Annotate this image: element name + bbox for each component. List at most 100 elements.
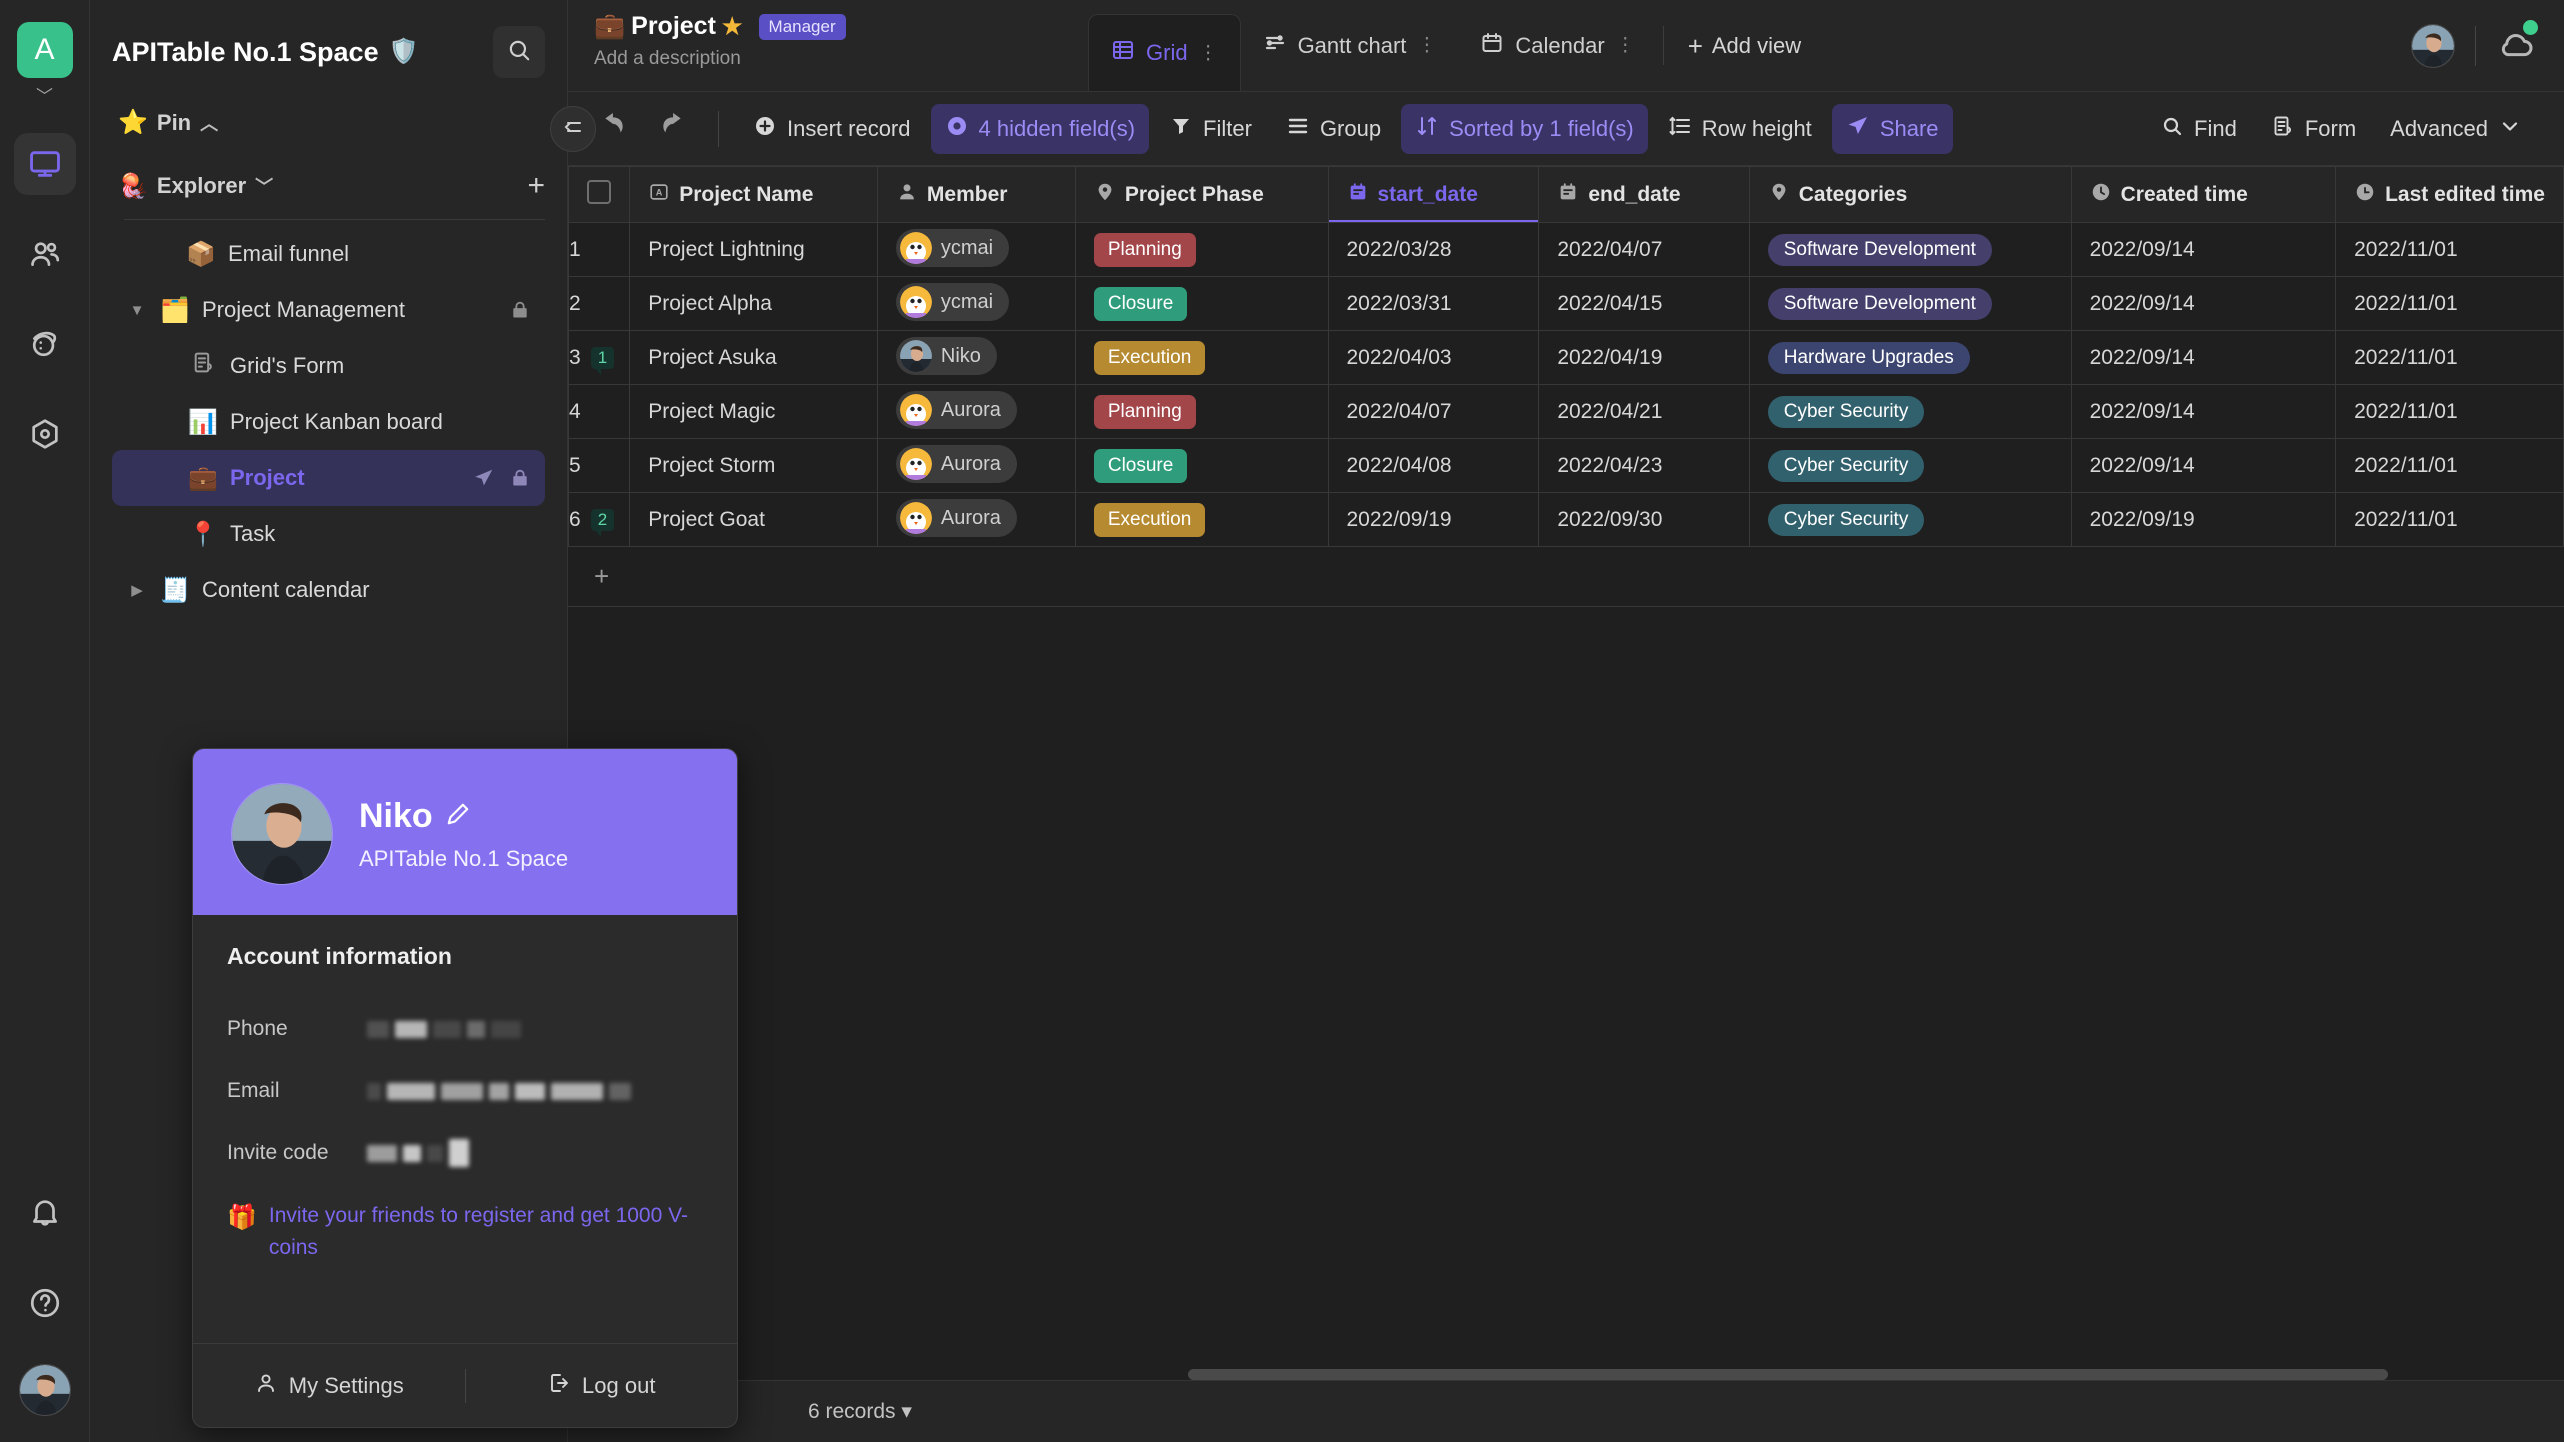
cell-project-phase[interactable]: Closure: [1075, 276, 1329, 331]
table-row[interactable]: 4 Project Magic Aurora Planning 2022/04/…: [568, 384, 2564, 439]
cell-start-date[interactable]: 2022/03/28: [1328, 222, 1540, 277]
cell-end-date[interactable]: 2022/04/23: [1538, 438, 1750, 493]
cell-member[interactable]: ycmai: [877, 222, 1076, 277]
sync-status[interactable]: [2496, 20, 2538, 68]
rail-item-members[interactable]: [14, 223, 76, 285]
tab-more-icon[interactable]: ⋮: [1616, 36, 1635, 55]
table-row[interactable]: 1 Project Lightning ycmai Planning 2022/…: [568, 222, 2564, 277]
form-button[interactable]: Form: [2257, 104, 2370, 154]
add-view-button[interactable]: + Add view: [1670, 0, 1819, 91]
row-number-cell[interactable]: 4: [568, 384, 631, 439]
row-number-cell[interactable]: 5: [568, 438, 631, 493]
add-node-button[interactable]: +: [527, 171, 545, 201]
sidebar-item-project[interactable]: 💼 Project: [112, 450, 545, 506]
cell-categories[interactable]: Cyber Security: [1749, 384, 2072, 439]
rail-item-template[interactable]: [14, 313, 76, 375]
my-settings-button[interactable]: My Settings: [193, 1371, 465, 1401]
rail-user-avatar[interactable]: [18, 1364, 71, 1416]
comment-count-badge[interactable]: 2: [590, 508, 615, 537]
cell-end-date[interactable]: 2022/04/19: [1538, 330, 1750, 385]
table-row[interactable]: 2 Project Alpha ycmai Closure 2022/03/31…: [568, 276, 2564, 331]
chevron-up-icon[interactable]: ︿: [200, 110, 218, 136]
group-button[interactable]: Group: [1272, 104, 1395, 154]
cell-categories[interactable]: Hardware Upgrades: [1749, 330, 2072, 385]
cell-member[interactable]: Aurora: [877, 438, 1076, 493]
cell-end-date[interactable]: 2022/04/15: [1538, 276, 1750, 331]
node-description[interactable]: Add a description: [594, 48, 1062, 70]
cell-project-name[interactable]: Project Magic: [629, 384, 878, 439]
row-number-cell[interactable]: 1: [568, 222, 631, 277]
table-row[interactable]: 3 1 Project Asuka Niko Execution 2022/04…: [568, 330, 2564, 385]
horizontal-scrollbar[interactable]: [1188, 1369, 2564, 1380]
sidebar-search-button[interactable]: [493, 26, 545, 78]
cell-member[interactable]: ycmai: [877, 276, 1076, 331]
cell-categories[interactable]: Software Development: [1749, 276, 2072, 331]
space-logo-button[interactable]: A: [16, 22, 73, 78]
redo-button[interactable]: [646, 103, 698, 155]
rail-item-notifications[interactable]: [14, 1182, 76, 1244]
tab-more-icon[interactable]: ⋮: [1417, 36, 1436, 55]
rail-item-automation[interactable]: [14, 403, 76, 465]
column-header-start-date[interactable]: start_date: [1328, 166, 1540, 223]
row-height-button[interactable]: Row height: [1654, 104, 1826, 154]
cell-project-name[interactable]: Project Lightning: [629, 222, 878, 277]
share-button[interactable]: Share: [1831, 103, 1953, 154]
cell-project-name[interactable]: Project Storm: [629, 438, 878, 493]
space-switch-chevron-down-icon[interactable]: ﹀: [36, 88, 53, 105]
cell-project-phase[interactable]: Planning: [1075, 384, 1329, 439]
sidebar-explorer-section[interactable]: 🪼 Explorer ﹀ +: [90, 141, 567, 205]
add-record-row[interactable]: +: [568, 547, 2564, 607]
sidebar-item-grids-form[interactable]: Grid's Form: [112, 338, 545, 394]
cell-start-date[interactable]: 2022/04/08: [1328, 438, 1540, 493]
table-row[interactable]: 5 Project Storm Aurora Closure 2022/04/0…: [568, 438, 2564, 493]
column-header-created-time[interactable]: Created time: [2071, 166, 2337, 223]
cell-member[interactable]: Niko: [877, 330, 1076, 385]
rail-item-workbench[interactable]: [13, 133, 76, 195]
cell-project-name[interactable]: Project Alpha: [629, 276, 878, 331]
cell-project-phase[interactable]: Planning: [1075, 222, 1329, 277]
cell-project-phase[interactable]: Closure: [1075, 438, 1329, 493]
column-header-last-edited-time[interactable]: Last edited time: [2335, 166, 2564, 223]
column-header-member[interactable]: Member: [877, 166, 1076, 223]
find-button[interactable]: Find: [2146, 104, 2251, 154]
pencil-icon[interactable]: [445, 797, 471, 836]
column-header-project-phase[interactable]: Project Phase: [1075, 166, 1329, 223]
collaborator-avatar[interactable]: [2411, 23, 2455, 68]
chevron-down-icon[interactable]: ﹀: [255, 173, 273, 199]
tab-calendar[interactable]: Calendar ⋮: [1458, 0, 1656, 91]
comment-count-badge[interactable]: 1: [590, 346, 615, 375]
lock-icon[interactable]: [509, 299, 531, 321]
record-count[interactable]: 6 records ▾: [808, 1399, 912, 1424]
cell-project-phase[interactable]: Execution: [1075, 330, 1329, 385]
cell-project-name[interactable]: Project Asuka: [629, 330, 878, 385]
twisty-expanded-icon[interactable]: ▼: [126, 302, 148, 319]
tab-grid[interactable]: Grid ⋮: [1088, 14, 1241, 91]
log-out-button[interactable]: Log out: [466, 1371, 738, 1401]
row-number-cell[interactable]: 6 2: [568, 492, 631, 547]
sidebar-item-project-management[interactable]: ▼ 🗂️ Project Management: [112, 282, 545, 338]
column-header-end-date[interactable]: end_date: [1538, 166, 1750, 223]
hidden-fields-button[interactable]: 4 hidden field(s): [930, 103, 1150, 154]
cell-categories[interactable]: Cyber Security: [1749, 492, 2072, 547]
cell-member[interactable]: Aurora: [877, 384, 1076, 439]
cell-start-date[interactable]: 2022/04/03: [1328, 330, 1540, 385]
sidebar-item-task[interactable]: 📍 Task: [112, 506, 545, 562]
share-icon[interactable]: [473, 467, 495, 489]
column-header-categories[interactable]: Categories: [1749, 166, 2072, 223]
sidebar-item-content-calendar[interactable]: ▶ 🧾 Content calendar: [112, 562, 545, 618]
table-row[interactable]: 6 2 Project Goat Aurora Execution 2022/0…: [568, 492, 2564, 547]
tab-more-icon[interactable]: ⋮: [1199, 44, 1218, 63]
twisty-collapsed-icon[interactable]: ▶: [126, 581, 148, 599]
row-number-cell[interactable]: 3 1: [568, 330, 631, 385]
select-all-header[interactable]: [568, 166, 631, 223]
sort-button[interactable]: Sorted by 1 field(s): [1401, 103, 1648, 154]
cell-start-date[interactable]: 2022/09/19: [1328, 492, 1540, 547]
cell-categories[interactable]: Software Development: [1749, 222, 2072, 277]
invite-friends-link[interactable]: 🎁 Invite your friends to register and ge…: [227, 1200, 703, 1289]
select-all-checkbox[interactable]: [587, 179, 612, 204]
cell-project-phase[interactable]: Execution: [1075, 492, 1329, 547]
insert-record-button[interactable]: Insert record: [739, 104, 925, 154]
cell-categories[interactable]: Cyber Security: [1749, 438, 2072, 493]
lock-icon[interactable]: [509, 467, 531, 489]
sidebar-item-email-funnel[interactable]: 📦 Email funnel: [112, 226, 545, 282]
